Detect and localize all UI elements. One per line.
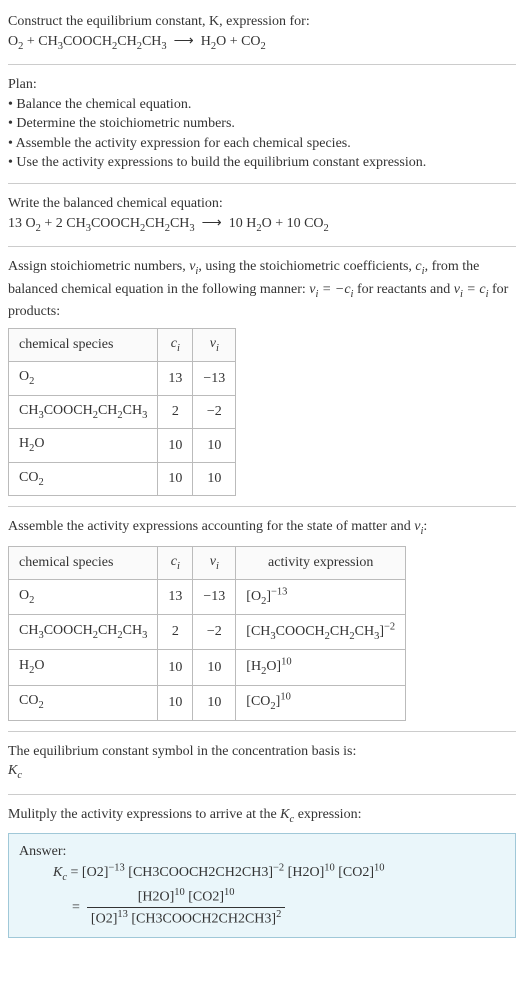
ci-cell: 10 [158,685,193,720]
balanced-equation: 13 O2 + 2 CH3COOCH2CH2CH3 ⟶ 10 H2O + 10 … [8,216,329,231]
activity-cell: [H2O]10 [236,650,406,685]
divider [8,246,516,247]
stoich-intro-d: for reactants and [353,282,453,297]
nui-cell: −2 [193,395,236,428]
species-cell: CO2 [9,462,158,495]
intro-line1: Construct the equilibrium constant, K, e… [8,14,310,29]
activity-cell: [O2]−13 [236,580,406,615]
species-cell: O2 [9,362,158,395]
species-cell: CO2 [9,685,158,720]
fraction-denominator: [O2]13 [CH3COOCH2CH2CH3]2 [87,908,285,929]
species-cell: H2O [9,650,158,685]
nui-cell: 10 [193,685,236,720]
table-row: O2 13 −13 [9,362,236,395]
table-row: CH3COOCH2CH2CH3 2 −2 [9,395,236,428]
stoich-block: Assign stoichiometric numbers, νi , using… [8,257,516,496]
divider [8,794,516,795]
plan-heading: Plan: [8,75,516,95]
symbol-line: The equilibrium constant symbol in the c… [8,742,516,762]
divider [8,731,516,732]
col-ci: ci [158,328,193,361]
divider [8,183,516,184]
kc-symbol: Kc [8,761,516,783]
nui-cell: −2 [193,615,236,650]
symbol-block: The equilibrium constant symbol in the c… [8,742,516,784]
species-cell: O2 [9,580,158,615]
table-row: H2O 10 10 [H2O]10 [9,650,406,685]
answer-box: Answer: Kc = [O2]−13 [CH3COOCH2CH2CH3]−2… [8,833,516,938]
stoich-intro: Assign stoichiometric numbers, νi, using… [8,259,508,319]
plan-item-2: • Assemble the activity expression for e… [8,134,516,154]
ci-cell: 10 [158,429,193,462]
col-nui: νi [193,546,236,579]
nui-cell: −13 [193,580,236,615]
balanced-block: Write the balanced chemical equation: 13… [8,194,516,236]
nui-cell: 10 [193,650,236,685]
activity-cell: [CO2]10 [236,685,406,720]
table-header-row: chemical species ci νi [9,328,236,361]
table-row: CO2 10 10 [CO2]10 [9,685,406,720]
plan-item-0: • Balance the chemical equation. [8,95,516,115]
col-ci: ci [158,546,193,579]
ci-cell: 10 [158,650,193,685]
plan-item-1: • Determine the stoichiometric numbers. [8,114,516,134]
ci-cell: 13 [158,580,193,615]
intro-block: Construct the equilibrium constant, K, e… [8,12,516,54]
plan-item-3: • Use the activity expressions to build … [8,153,516,173]
nui-cell: 10 [193,429,236,462]
nui-cell: −13 [193,362,236,395]
stoich-table: chemical species ci νi O2 13 −13 CH3COOC… [8,328,236,496]
nui-cell: 10 [193,462,236,495]
species-cell: CH3COOCH2CH2CH3 [9,615,158,650]
activity-cell: [CH3COOCH2CH2CH3]−2 [236,615,406,650]
fraction: [H2O]10 [CO2]10 [O2]13 [CH3COOCH2CH2CH3]… [87,886,285,930]
stoich-intro-a: Assign stoichiometric numbers, [8,259,189,274]
ci-cell: 2 [158,395,193,428]
plan-block: Plan: • Balance the chemical equation. •… [8,75,516,173]
table-row: CO2 10 10 [9,462,236,495]
activity-block: Assemble the activity expressions accoun… [8,517,516,721]
ci-cell: 10 [158,462,193,495]
final-block: Mulitply the activity expressions to arr… [8,805,516,939]
divider [8,64,516,65]
col-nui: νi [193,328,236,361]
answer-equation-line2: = [H2O]10 [CO2]10 [O2]13 [CH3COOCH2CH2CH… [53,886,505,930]
answer-equation-line1: Kc = [O2]−13 [CH3COOCH2CH2CH3]−2 [H2O]10… [53,862,505,886]
ci-cell: 13 [158,362,193,395]
species-cell: CH3COOCH2CH2CH3 [9,395,158,428]
stoich-intro-b: , using the stoichiometric coefficients, [198,259,415,274]
col-species: chemical species [9,328,158,361]
activity-table: chemical species ci νi activity expressi… [8,546,406,721]
col-species: chemical species [9,546,158,579]
species-cell: H2O [9,429,158,462]
answer-label: Answer: [19,842,505,862]
table-header-row: chemical species ci νi activity expressi… [9,546,406,579]
divider [8,506,516,507]
ci-cell: 2 [158,615,193,650]
final-heading: Mulitply the activity expressions to arr… [8,805,516,827]
table-row: CH3COOCH2CH2CH3 2 −2 [CH3COOCH2CH2CH3]−2 [9,615,406,650]
balanced-heading: Write the balanced chemical equation: [8,194,516,214]
table-row: O2 13 −13 [O2]−13 [9,580,406,615]
col-activity: activity expression [236,546,406,579]
fraction-numerator: [H2O]10 [CO2]10 [87,886,285,908]
activity-heading: Assemble the activity expressions accoun… [8,517,516,539]
table-row: H2O 10 10 [9,429,236,462]
intro-equation: O2 + CH3COOCH2CH2CH3 ⟶ H2O + CO2 [8,34,266,49]
